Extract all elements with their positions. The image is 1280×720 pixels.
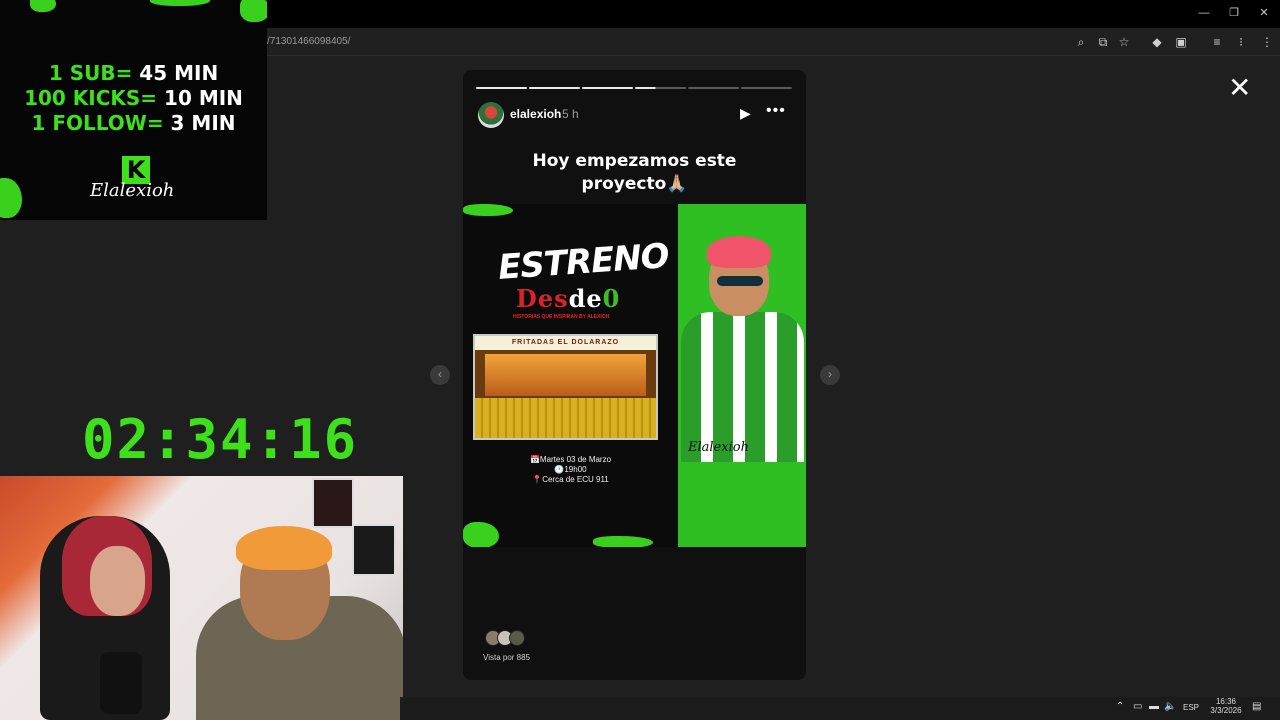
webcam-feed <box>0 476 403 720</box>
poster-location: 📍Cerca de ECU 911 <box>532 475 609 484</box>
event-poster: ESTRENO Desde0 HISTORIAS QUE INSPIRAN BY… <box>463 204 806 547</box>
caption-line: proyecto🙏🏼 <box>581 174 688 194</box>
green-splat <box>463 522 499 547</box>
stream-timer: 02:34:16 <box>82 408 359 471</box>
clock[interactable]: 16:36 3/3/2026 <box>1208 697 1244 715</box>
story-progress-segment <box>688 87 739 89</box>
split-view-icon[interactable]: ⁝ <box>1233 34 1249 50</box>
poster-person <box>669 234 804 462</box>
stand-interior <box>485 354 646 396</box>
battery-icon[interactable]: ▬ <box>1149 701 1159 712</box>
media-control-icon[interactable]: ≡ <box>1209 34 1225 50</box>
poster-brand: Elalexioh <box>688 440 749 455</box>
poster-subtitle: Desde0 <box>516 284 621 313</box>
restore-icon[interactable]: ❐ <box>1227 6 1241 20</box>
window-close-icon[interactable]: ✕ <box>1257 6 1271 20</box>
person-hair <box>707 236 771 268</box>
overlay-brand: Elalexioh <box>90 180 175 201</box>
avatar[interactable] <box>478 102 504 128</box>
sunglasses <box>717 276 763 286</box>
previous-story-icon[interactable]: ‹ <box>430 365 450 385</box>
food-stand-image: FRITADAS EL DOLARAZO <box>473 334 658 440</box>
green-splat <box>593 536 653 547</box>
taskbar <box>400 697 1280 720</box>
minimize-icon[interactable]: — <box>1197 6 1211 20</box>
next-story-icon[interactable]: › <box>820 365 840 385</box>
microphone <box>100 652 142 714</box>
stream-rates-overlay: 1 SUB= 45 MIN 100 KICKS= 10 MIN 1 FOLLOW… <box>0 0 267 220</box>
poster-title: ESTRENO <box>496 236 670 288</box>
green-splat <box>150 0 210 6</box>
url-text[interactable]: /71301466098405/ <box>267 36 350 47</box>
rate-follow: 1 FOLLOW= 3 MIN <box>31 111 236 135</box>
story-progress-segment-current <box>635 87 686 89</box>
rate-sub: 1 SUB= 45 MIN <box>48 61 219 85</box>
bookmark-star-icon[interactable]: ☆ <box>1116 34 1132 50</box>
story-progress-segment <box>476 87 527 89</box>
tray-chevron-icon[interactable]: ⌃ <box>1116 701 1124 712</box>
stand-sign: FRITADAS EL DOLARAZO <box>475 336 656 350</box>
rate-kicks: 100 KICKS= 10 MIN <box>24 86 243 110</box>
story-progress-segment <box>582 87 633 89</box>
stand-counter <box>475 398 656 438</box>
story-username[interactable]: elalexioh <box>510 107 561 121</box>
story-caption: Hoy empezamos este proyecto🙏🏼 <box>463 150 806 196</box>
menu-dots-icon[interactable]: ⋮ <box>1259 34 1275 50</box>
viewer-avatars[interactable] <box>485 630 527 648</box>
clock-time: 16:36 <box>1215 697 1237 706</box>
story-time-ago: 5 h <box>562 107 579 121</box>
green-splat <box>30 0 56 12</box>
viewer-avatar <box>509 630 525 646</box>
person-left-face <box>90 546 145 616</box>
story-progress-segment <box>529 87 580 89</box>
viewer-count[interactable]: Vista por 885 <box>483 653 530 662</box>
volume-icon[interactable]: 🔈 <box>1164 701 1176 712</box>
poster-tagline: HISTORIAS QUE INSPIRAN BY ALEXIOH <box>513 314 610 320</box>
instagram-story[interactable]: elalexioh 5 h ▶ ••• Hoy empezamos este p… <box>463 70 806 680</box>
green-splat <box>240 0 267 22</box>
caption-line: Hoy empezamos este <box>532 151 737 171</box>
close-icon[interactable]: ✕ <box>1228 74 1251 102</box>
more-options-icon[interactable]: ••• <box>766 102 786 120</box>
wall-poster <box>352 524 396 576</box>
language-indicator[interactable]: ESP <box>1183 703 1199 712</box>
notifications-icon[interactable]: ▤ <box>1252 701 1261 712</box>
extensions-puzzle-icon[interactable]: ▣ <box>1173 34 1189 50</box>
network-icon[interactable]: ▭ <box>1133 701 1142 712</box>
zoom-icon[interactable]: ⌕ <box>1073 34 1089 50</box>
poster-date: 📅Martes 03 de Marzo <box>529 455 612 464</box>
person-right-hair <box>236 526 332 570</box>
play-icon[interactable]: ▶ <box>740 105 751 122</box>
wall-poster <box>312 478 354 528</box>
clock-date: 3/3/2026 <box>1210 706 1242 715</box>
extension-diamond-icon[interactable]: ◆ <box>1149 34 1165 50</box>
poster-time: 🕐19h00 <box>554 465 587 474</box>
story-progress-segment <box>741 87 792 89</box>
green-splat <box>463 204 513 216</box>
green-splat <box>0 178 22 218</box>
install-app-icon[interactable]: ⧉ <box>1095 34 1111 50</box>
